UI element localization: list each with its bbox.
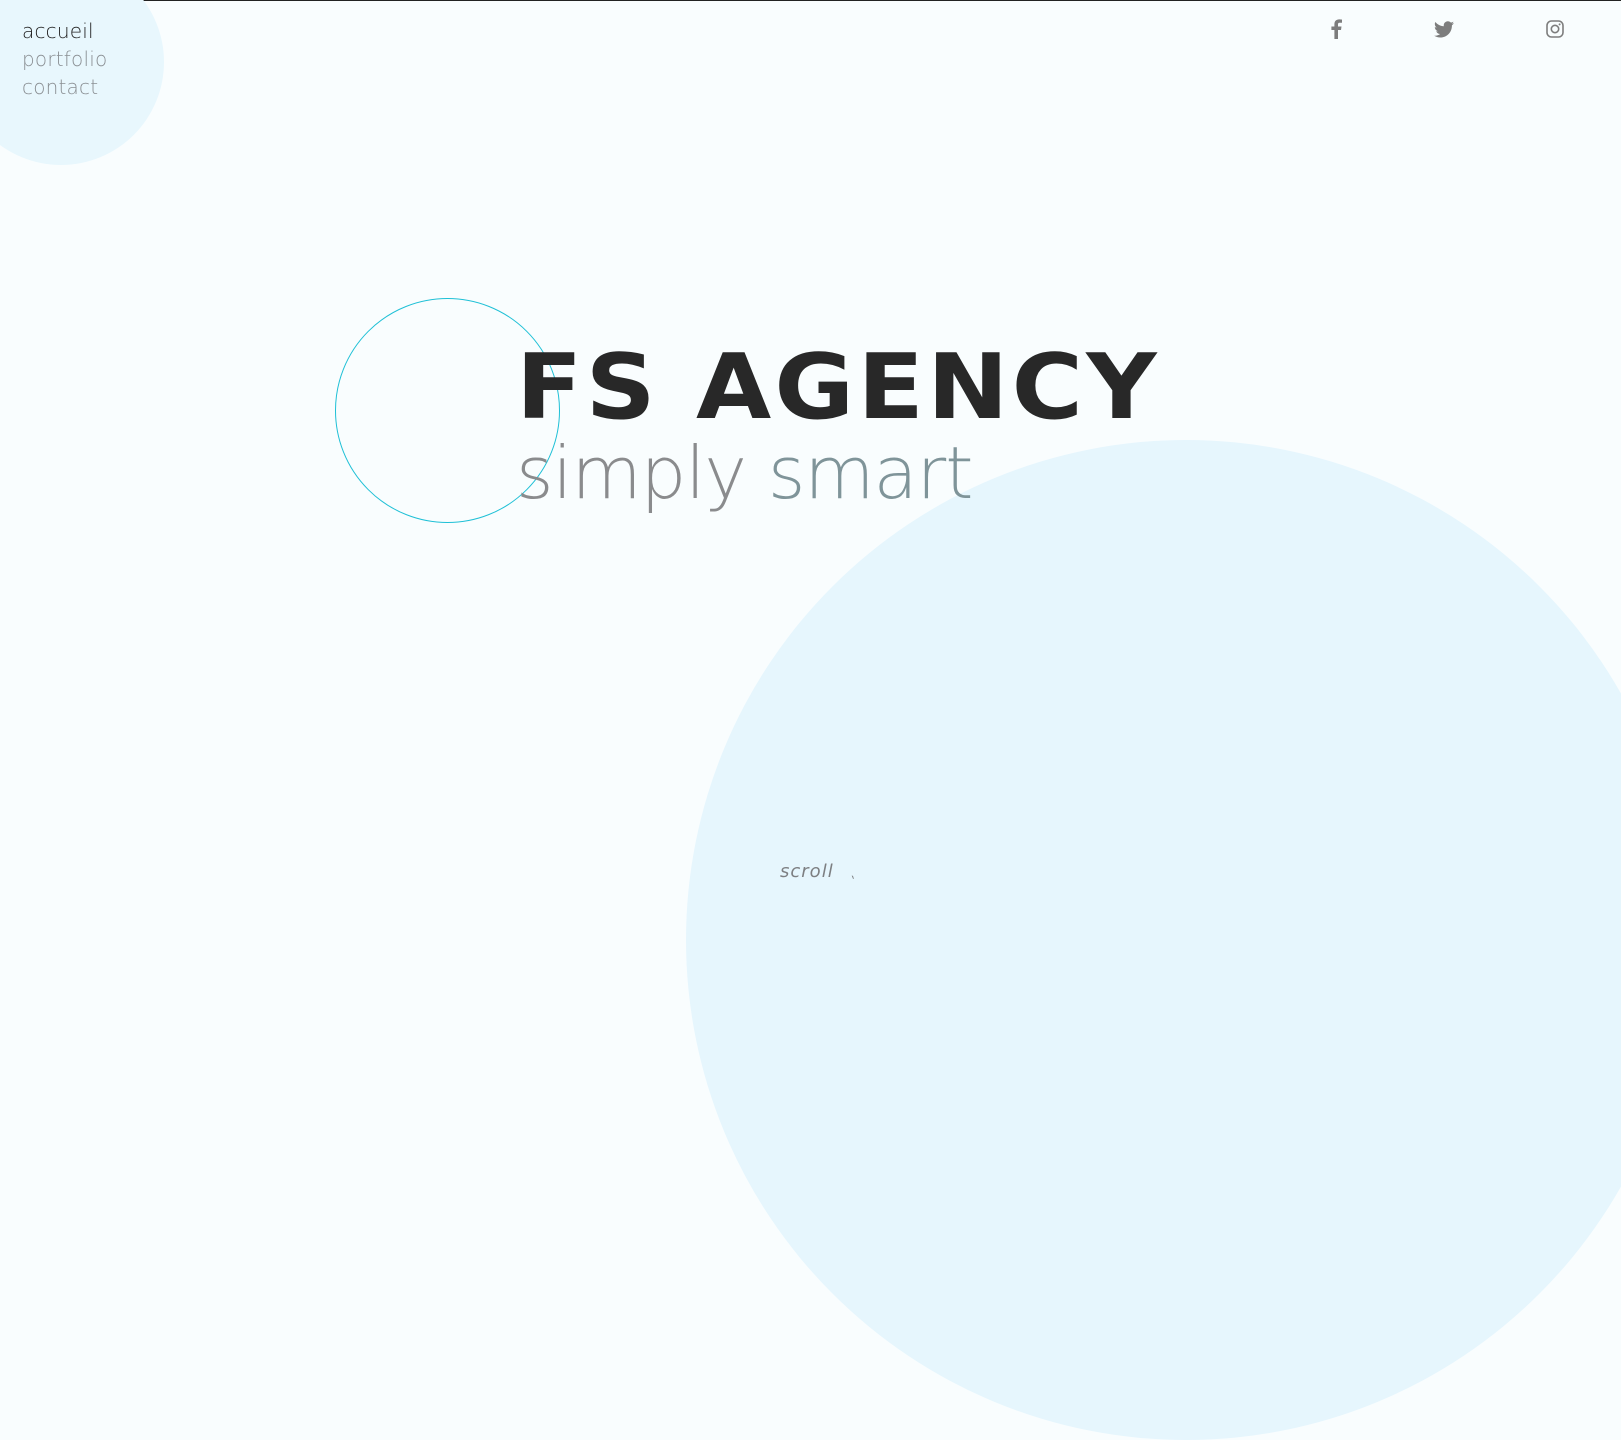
background-circle-bottom-right: [686, 440, 1621, 1440]
main-nav: accueil portfolio contact: [22, 17, 107, 101]
twitter-icon[interactable]: [1430, 15, 1458, 43]
scroll-label: scroll: [780, 861, 834, 882]
hero-subtitle-word-simply: simply: [516, 431, 747, 515]
nav-link-contact[interactable]: contact: [22, 73, 107, 101]
hero-subtitle: simply smart: [516, 433, 1112, 513]
scroll-indicator[interactable]: scroll ˎ: [780, 861, 862, 882]
hero-title: FS AGENCY: [516, 335, 1160, 440]
facebook-icon[interactable]: [1322, 15, 1350, 43]
nav-link-portfolio[interactable]: portfolio: [22, 45, 107, 73]
instagram-icon[interactable]: [1541, 15, 1569, 43]
nav-link-accueil[interactable]: accueil: [22, 17, 107, 45]
hero: FS AGENCY simply smart: [516, 343, 1157, 514]
hero-subtitle-word-smart: smart: [767, 431, 974, 515]
